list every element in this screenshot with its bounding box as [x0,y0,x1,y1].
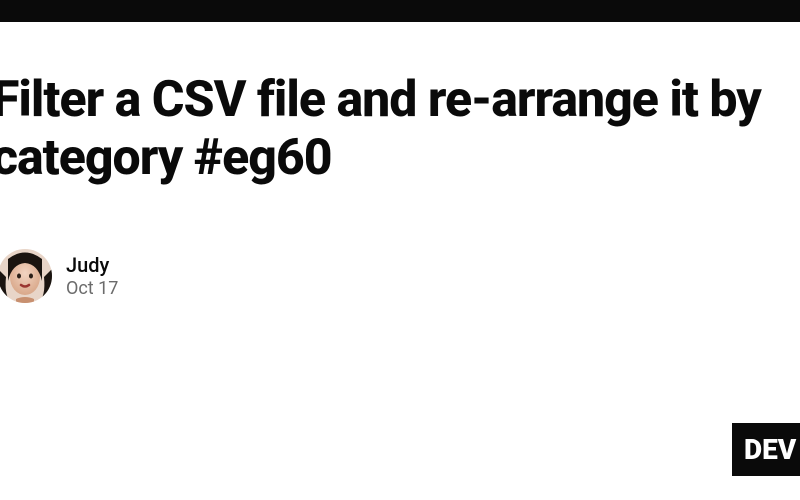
dev-badge-text: DEV [744,433,796,466]
dev-badge[interactable]: DEV [732,423,800,476]
author-row: Judy Oct 17 [0,249,800,303]
author-info: Judy Oct 17 [66,253,118,300]
article-title: Filter a CSV file and re-arrange it by c… [0,72,800,187]
author-avatar[interactable] [0,249,52,303]
post-date: Oct 17 [66,278,118,300]
article-content: Filter a CSV file and re-arrange it by c… [0,22,800,303]
author-name[interactable]: Judy [66,253,118,277]
avatar-image [0,249,52,303]
top-bar [0,0,800,22]
